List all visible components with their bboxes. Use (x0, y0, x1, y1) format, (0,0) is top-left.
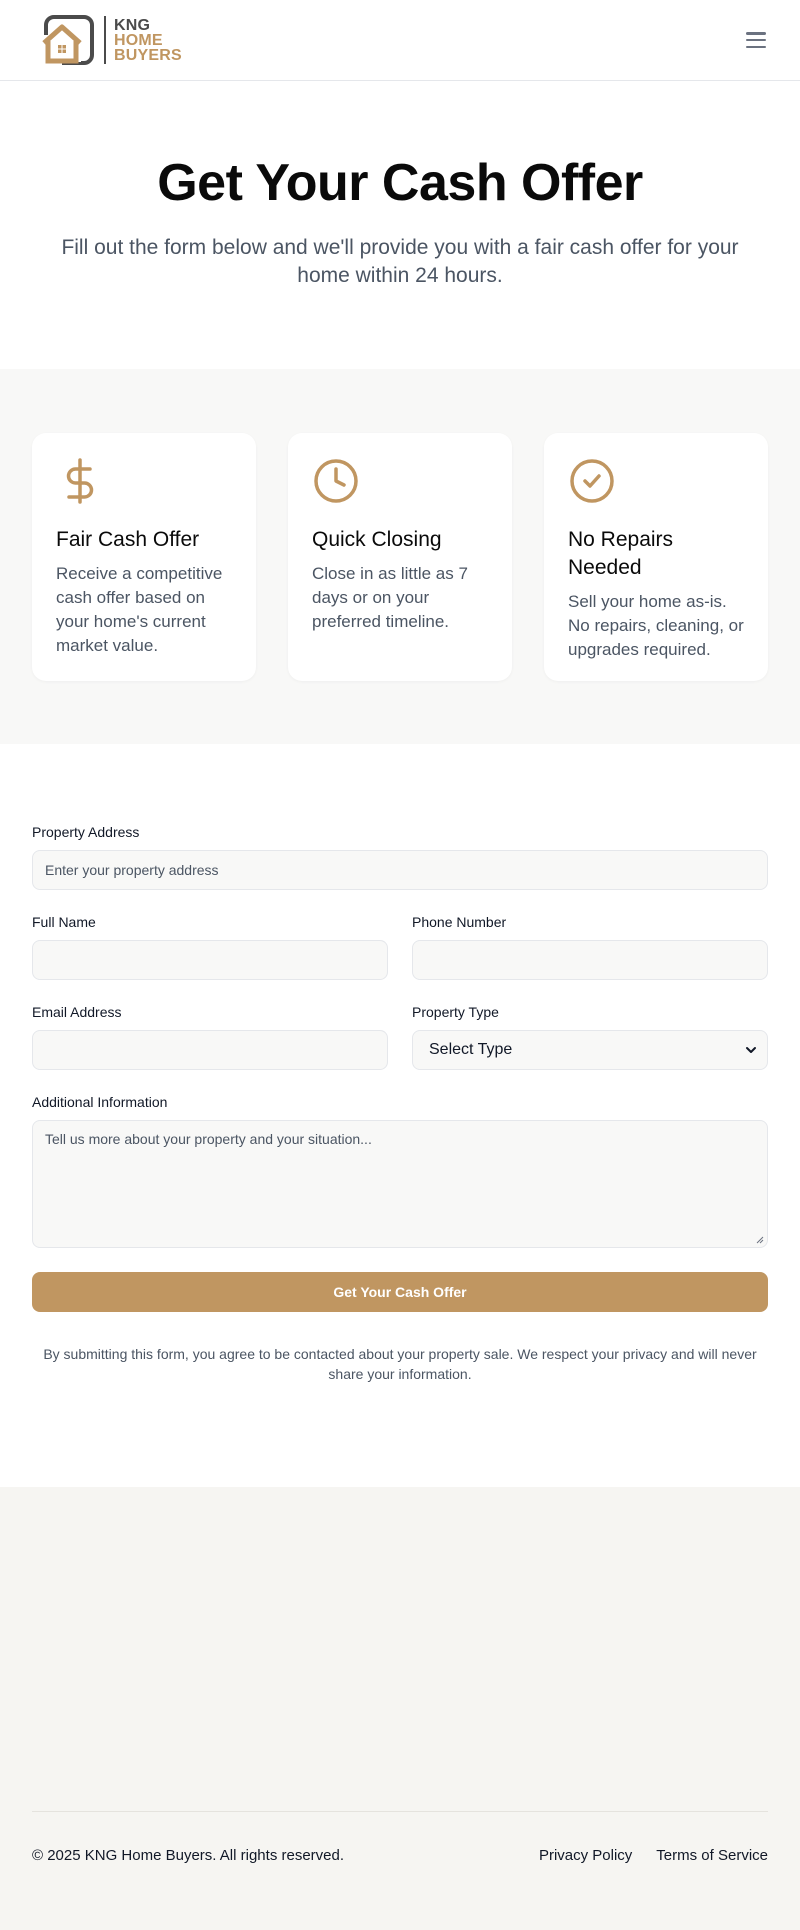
feature-card-no-repairs: No Repairs Needed Sell your home as-is. … (544, 433, 768, 681)
name-phone-row: Full Name Phone Number (32, 914, 768, 980)
privacy-policy-link[interactable]: Privacy Policy (539, 1847, 632, 1864)
email-label: Email Address (32, 1004, 122, 1020)
hero-section: Get Your Cash Offer Fill out the form be… (0, 81, 800, 369)
full-name-label: Full Name (32, 914, 96, 930)
brand-logo[interactable]: KNG HOME BUYERS (40, 15, 182, 65)
additional-info-textarea[interactable]: Tell us more about your property and you… (32, 1120, 768, 1248)
terms-of-service-link[interactable]: Terms of Service (656, 1847, 768, 1864)
hero-subtitle: Fill out the form below and we'll provid… (61, 236, 739, 288)
phone-field: Phone Number (412, 914, 768, 980)
phone-input[interactable] (412, 940, 768, 980)
property-address-placeholder: Enter your property address (45, 862, 219, 878)
property-address-input[interactable]: Enter your property address (32, 850, 768, 890)
feature-card-quick-closing: Quick Closing Close in as little as 7 da… (288, 433, 512, 681)
check-circle-icon (570, 459, 614, 503)
full-name-input[interactable] (32, 940, 388, 980)
property-type-label: Property Type (412, 1004, 499, 1020)
menu-bar (746, 45, 766, 48)
full-name-field: Full Name (32, 914, 388, 980)
feature-title: Quick Closing (312, 528, 442, 551)
feature-description: Sell your home as-is. No repairs, cleani… (568, 592, 744, 659)
dollar-sign-icon (66, 458, 94, 504)
footer-divider (32, 1811, 768, 1812)
logo-divider (104, 16, 106, 64)
phone-label: Phone Number (412, 914, 507, 930)
page-title: Get Your Cash Offer (157, 154, 643, 212)
copyright-text: © 2025 KNG Home Buyers. All rights reser… (32, 1847, 345, 1864)
additional-info-label: Additional Information (32, 1094, 168, 1110)
footer-links: Privacy Policy Terms of Service (539, 1847, 768, 1864)
property-type-selected: Select Type (429, 1041, 513, 1058)
feature-title: No Repairs Needed (568, 528, 674, 579)
additional-info-field: Additional Information Tell us more abou… (32, 1094, 768, 1248)
property-type-field: Property Type Select Type (412, 1004, 768, 1070)
clock-icon (314, 459, 358, 503)
chevron-down-icon (746, 1047, 756, 1053)
submit-button[interactable]: Get Your Cash Offer (32, 1272, 768, 1312)
email-type-row: Email Address Property Type Select Type (32, 1004, 768, 1070)
house-logo-icon (40, 15, 94, 65)
property-address-field: Property Address Enter your property add… (32, 824, 768, 890)
resize-grip-icon[interactable] (756, 1236, 764, 1244)
brand-line-3: BUYERS (114, 46, 182, 64)
brand-wordmark: KNG HOME BUYERS (114, 16, 182, 64)
email-input[interactable] (32, 1030, 388, 1070)
feature-description: Close in as little as 7 days or on your … (312, 564, 468, 631)
info-row: Additional Information Tell us more abou… (32, 1094, 768, 1248)
features-section: Fair Cash Offer Receive a competitive ca… (0, 369, 800, 744)
brand-line-1: KNG (114, 16, 151, 34)
cash-offer-form: Property Address Enter your property add… (0, 744, 800, 1487)
property-address-label: Property Address (32, 824, 140, 840)
site-header: KNG HOME BUYERS (0, 0, 800, 81)
email-field: Email Address (32, 1004, 388, 1070)
property-type-select[interactable]: Select Type (412, 1030, 768, 1070)
menu-bar (746, 32, 766, 35)
menu-bar (746, 38, 766, 42)
hamburger-menu-icon[interactable] (744, 30, 768, 50)
form-disclaimer: By submitting this form, you agree to be… (43, 1346, 757, 1382)
brand-line-2: HOME (114, 31, 163, 49)
feature-description: Receive a competitive cash offer based o… (56, 564, 223, 655)
feature-title: Fair Cash Offer (56, 528, 200, 551)
site-footer: © 2025 KNG Home Buyers. All rights reser… (0, 1487, 800, 1930)
footer-bottom: © 2025 KNG Home Buyers. All rights reser… (32, 1847, 768, 1864)
feature-card-fair-cash: Fair Cash Offer Receive a competitive ca… (32, 433, 256, 681)
additional-info-placeholder: Tell us more about your property and you… (45, 1131, 372, 1147)
